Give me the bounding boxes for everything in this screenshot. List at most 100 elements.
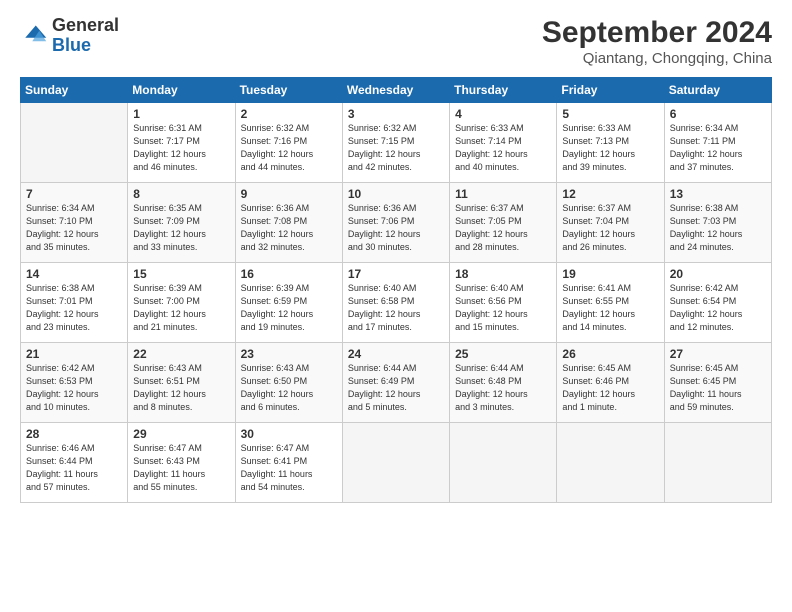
logo-blue-text: Blue — [52, 35, 91, 55]
table-row: 2Sunrise: 6:32 AM Sunset: 7:16 PM Daylig… — [235, 103, 342, 183]
day-number: 28 — [26, 427, 123, 441]
table-row: 1Sunrise: 6:31 AM Sunset: 7:17 PM Daylig… — [128, 103, 235, 183]
header-thursday: Thursday — [450, 78, 557, 103]
day-info: Sunrise: 6:43 AM Sunset: 6:50 PM Dayligh… — [241, 362, 338, 414]
day-info: Sunrise: 6:38 AM Sunset: 7:01 PM Dayligh… — [26, 282, 123, 334]
table-row: 28Sunrise: 6:46 AM Sunset: 6:44 PM Dayli… — [21, 423, 128, 503]
calendar-row: 14Sunrise: 6:38 AM Sunset: 7:01 PM Dayli… — [21, 263, 772, 343]
table-row — [450, 423, 557, 503]
day-info: Sunrise: 6:34 AM Sunset: 7:10 PM Dayligh… — [26, 202, 123, 254]
day-info: Sunrise: 6:41 AM Sunset: 6:55 PM Dayligh… — [562, 282, 659, 334]
day-number: 15 — [133, 267, 230, 281]
table-row: 8Sunrise: 6:35 AM Sunset: 7:09 PM Daylig… — [128, 183, 235, 263]
day-info: Sunrise: 6:36 AM Sunset: 7:06 PM Dayligh… — [348, 202, 445, 254]
calendar-table: Sunday Monday Tuesday Wednesday Thursday… — [20, 77, 772, 503]
calendar-row: 7Sunrise: 6:34 AM Sunset: 7:10 PM Daylig… — [21, 183, 772, 263]
day-number: 29 — [133, 427, 230, 441]
day-info: Sunrise: 6:46 AM Sunset: 6:44 PM Dayligh… — [26, 442, 123, 494]
day-number: 18 — [455, 267, 552, 281]
table-row — [664, 423, 771, 503]
table-row: 16Sunrise: 6:39 AM Sunset: 6:59 PM Dayli… — [235, 263, 342, 343]
table-row: 25Sunrise: 6:44 AM Sunset: 6:48 PM Dayli… — [450, 343, 557, 423]
calendar-row: 28Sunrise: 6:46 AM Sunset: 6:44 PM Dayli… — [21, 423, 772, 503]
day-number: 14 — [26, 267, 123, 281]
table-row: 3Sunrise: 6:32 AM Sunset: 7:15 PM Daylig… — [342, 103, 449, 183]
table-row: 19Sunrise: 6:41 AM Sunset: 6:55 PM Dayli… — [557, 263, 664, 343]
day-info: Sunrise: 6:37 AM Sunset: 7:05 PM Dayligh… — [455, 202, 552, 254]
table-row: 30Sunrise: 6:47 AM Sunset: 6:41 PM Dayli… — [235, 423, 342, 503]
day-number: 10 — [348, 187, 445, 201]
table-row: 27Sunrise: 6:45 AM Sunset: 6:45 PM Dayli… — [664, 343, 771, 423]
table-row: 5Sunrise: 6:33 AM Sunset: 7:13 PM Daylig… — [557, 103, 664, 183]
logo-icon — [20, 22, 48, 50]
day-info: Sunrise: 6:40 AM Sunset: 6:56 PM Dayligh… — [455, 282, 552, 334]
header-friday: Friday — [557, 78, 664, 103]
day-number: 13 — [670, 187, 767, 201]
table-row: 14Sunrise: 6:38 AM Sunset: 7:01 PM Dayli… — [21, 263, 128, 343]
day-info: Sunrise: 6:38 AM Sunset: 7:03 PM Dayligh… — [670, 202, 767, 254]
day-info: Sunrise: 6:44 AM Sunset: 6:49 PM Dayligh… — [348, 362, 445, 414]
calendar-row: 1Sunrise: 6:31 AM Sunset: 7:17 PM Daylig… — [21, 103, 772, 183]
day-number: 23 — [241, 347, 338, 361]
day-number: 22 — [133, 347, 230, 361]
weekday-header-row: Sunday Monday Tuesday Wednesday Thursday… — [21, 78, 772, 103]
day-info: Sunrise: 6:32 AM Sunset: 7:15 PM Dayligh… — [348, 122, 445, 174]
table-row: 17Sunrise: 6:40 AM Sunset: 6:58 PM Dayli… — [342, 263, 449, 343]
calendar-title: September 2024 — [542, 16, 772, 50]
day-number: 19 — [562, 267, 659, 281]
calendar-subtitle: Qiantang, Chongqing, China — [542, 50, 772, 67]
table-row: 24Sunrise: 6:44 AM Sunset: 6:49 PM Dayli… — [342, 343, 449, 423]
table-row: 15Sunrise: 6:39 AM Sunset: 7:00 PM Dayli… — [128, 263, 235, 343]
table-row: 6Sunrise: 6:34 AM Sunset: 7:11 PM Daylig… — [664, 103, 771, 183]
day-info: Sunrise: 6:35 AM Sunset: 7:09 PM Dayligh… — [133, 202, 230, 254]
table-row: 10Sunrise: 6:36 AM Sunset: 7:06 PM Dayli… — [342, 183, 449, 263]
day-info: Sunrise: 6:31 AM Sunset: 7:17 PM Dayligh… — [133, 122, 230, 174]
day-info: Sunrise: 6:34 AM Sunset: 7:11 PM Dayligh… — [670, 122, 767, 174]
header-sunday: Sunday — [21, 78, 128, 103]
day-info: Sunrise: 6:47 AM Sunset: 6:41 PM Dayligh… — [241, 442, 338, 494]
table-row: 20Sunrise: 6:42 AM Sunset: 6:54 PM Dayli… — [664, 263, 771, 343]
day-info: Sunrise: 6:39 AM Sunset: 6:59 PM Dayligh… — [241, 282, 338, 334]
table-row: 22Sunrise: 6:43 AM Sunset: 6:51 PM Dayli… — [128, 343, 235, 423]
day-info: Sunrise: 6:42 AM Sunset: 6:54 PM Dayligh… — [670, 282, 767, 334]
day-number: 6 — [670, 107, 767, 121]
logo-general-text: General — [52, 15, 119, 35]
day-number: 26 — [562, 347, 659, 361]
day-number: 21 — [26, 347, 123, 361]
day-number: 20 — [670, 267, 767, 281]
table-row: 11Sunrise: 6:37 AM Sunset: 7:05 PM Dayli… — [450, 183, 557, 263]
table-row: 26Sunrise: 6:45 AM Sunset: 6:46 PM Dayli… — [557, 343, 664, 423]
day-info: Sunrise: 6:45 AM Sunset: 6:45 PM Dayligh… — [670, 362, 767, 414]
table-row: 4Sunrise: 6:33 AM Sunset: 7:14 PM Daylig… — [450, 103, 557, 183]
day-number: 9 — [241, 187, 338, 201]
day-number: 24 — [348, 347, 445, 361]
day-info: Sunrise: 6:33 AM Sunset: 7:14 PM Dayligh… — [455, 122, 552, 174]
day-info: Sunrise: 6:43 AM Sunset: 6:51 PM Dayligh… — [133, 362, 230, 414]
table-row: 29Sunrise: 6:47 AM Sunset: 6:43 PM Dayli… — [128, 423, 235, 503]
table-row: 21Sunrise: 6:42 AM Sunset: 6:53 PM Dayli… — [21, 343, 128, 423]
day-info: Sunrise: 6:40 AM Sunset: 6:58 PM Dayligh… — [348, 282, 445, 334]
logo: General Blue — [20, 16, 119, 56]
day-number: 12 — [562, 187, 659, 201]
header-wednesday: Wednesday — [342, 78, 449, 103]
day-info: Sunrise: 6:33 AM Sunset: 7:13 PM Dayligh… — [562, 122, 659, 174]
day-number: 17 — [348, 267, 445, 281]
day-number: 8 — [133, 187, 230, 201]
day-info: Sunrise: 6:36 AM Sunset: 7:08 PM Dayligh… — [241, 202, 338, 254]
table-row — [21, 103, 128, 183]
day-info: Sunrise: 6:32 AM Sunset: 7:16 PM Dayligh… — [241, 122, 338, 174]
day-number: 7 — [26, 187, 123, 201]
day-number: 2 — [241, 107, 338, 121]
day-info: Sunrise: 6:39 AM Sunset: 7:00 PM Dayligh… — [133, 282, 230, 334]
day-number: 11 — [455, 187, 552, 201]
day-number: 30 — [241, 427, 338, 441]
day-info: Sunrise: 6:45 AM Sunset: 6:46 PM Dayligh… — [562, 362, 659, 414]
table-row: 13Sunrise: 6:38 AM Sunset: 7:03 PM Dayli… — [664, 183, 771, 263]
page: General Blue September 2024 Qiantang, Ch… — [0, 0, 792, 612]
table-row — [557, 423, 664, 503]
day-number: 5 — [562, 107, 659, 121]
day-info: Sunrise: 6:42 AM Sunset: 6:53 PM Dayligh… — [26, 362, 123, 414]
header: General Blue September 2024 Qiantang, Ch… — [20, 16, 772, 67]
header-monday: Monday — [128, 78, 235, 103]
table-row — [342, 423, 449, 503]
